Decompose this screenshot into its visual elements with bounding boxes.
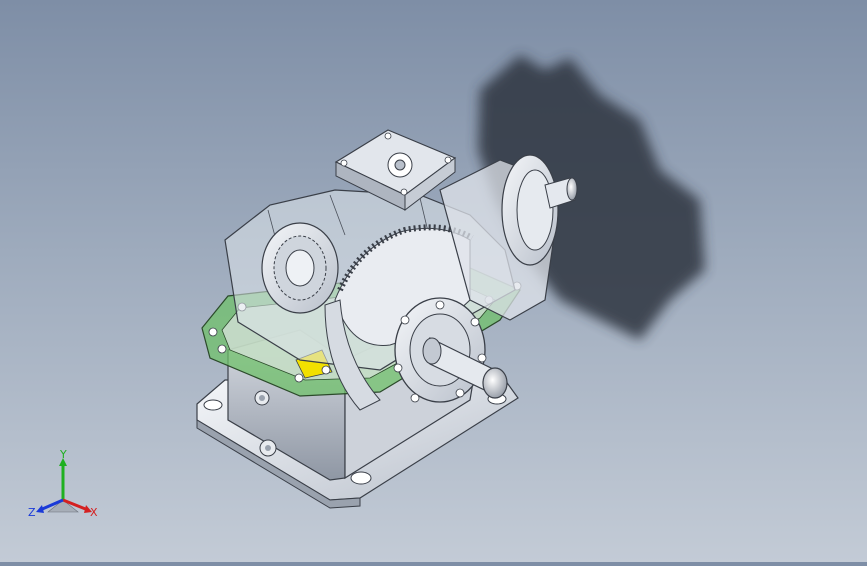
input-bearing [261, 222, 339, 314]
triad-x-label: X [90, 506, 98, 519]
view-triad[interactable]: Y X Z [28, 448, 98, 519]
triad-y-label: Y [59, 448, 67, 461]
cad-viewport[interactable]: Y X Z [0, 0, 867, 562]
model-canvas[interactable]: Y X Z [0, 0, 867, 562]
triad-z-label: Z [28, 506, 36, 519]
